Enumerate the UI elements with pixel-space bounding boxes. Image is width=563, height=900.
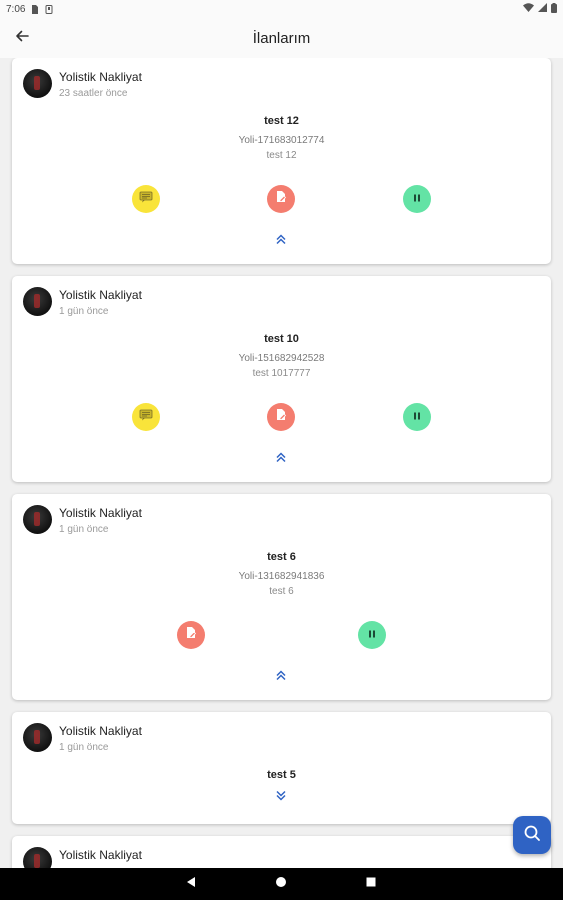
battery-icon (551, 2, 557, 16)
collapse-button[interactable] (274, 234, 288, 248)
pause-button[interactable] (403, 403, 431, 431)
chevron-double-up-icon (275, 232, 287, 250)
posted-time: 1 gün önce (59, 306, 109, 317)
edit-document-icon (185, 626, 197, 644)
navigation-bar (0, 868, 563, 900)
pause-icon (412, 408, 422, 426)
collapse-button[interactable] (274, 452, 288, 466)
listing-description: test 12 (266, 150, 297, 161)
message-button[interactable] (132, 403, 160, 431)
edit-document-icon (275, 408, 287, 426)
company-name: Yolistik Nakliyat (59, 848, 142, 862)
message-icon (139, 190, 153, 208)
chevron-double-down-icon (275, 789, 287, 807)
message-icon (139, 408, 153, 426)
listing-code: Yoli-171683012774 (238, 135, 325, 146)
pause-icon (412, 190, 422, 208)
listing-description: test 1017777 (252, 368, 311, 379)
status-bar: 7:06 (0, 0, 563, 18)
pause-button[interactable] (403, 185, 431, 213)
posted-time: 1 gün önce (59, 524, 109, 535)
edit-button[interactable] (267, 185, 295, 213)
avatar (23, 287, 52, 316)
back-button[interactable] (10, 26, 34, 50)
listing-title: test 12 (264, 115, 299, 127)
pause-button[interactable] (358, 621, 386, 649)
chevron-double-up-icon (275, 668, 287, 686)
posted-time: 23 saatler önce (59, 88, 128, 99)
search-icon (523, 824, 541, 847)
listing-title: test 10 (264, 333, 299, 345)
edit-document-icon (275, 190, 287, 208)
nav-back-button[interactable] (184, 877, 198, 891)
signal-icon (538, 3, 547, 15)
listing-title: test 6 (267, 551, 296, 563)
listing-card[interactable]: Yolistik Nakliyat 1 gün önce test 10 Yol… (12, 276, 551, 482)
storage-icon (45, 4, 53, 14)
listing-description: test 6 (269, 586, 294, 597)
app-bar: İlanlarım (0, 18, 563, 58)
arrow-left-icon (15, 29, 29, 48)
posted-time: 1 gün önce (59, 742, 109, 753)
wifi-icon (523, 3, 534, 15)
avatar (23, 69, 52, 98)
collapse-button[interactable] (274, 670, 288, 684)
page-title: İlanlarım (252, 29, 311, 47)
sim-card-icon (31, 4, 39, 14)
listing-code: Yoli-131682941836 (238, 571, 325, 582)
status-time: 7:06 (6, 3, 26, 15)
listing-card[interactable]: Yolistik Nakliyat 23 saatler önce test 1… (12, 58, 551, 264)
avatar (23, 505, 52, 534)
message-button[interactable] (132, 185, 160, 213)
company-name: Yolistik Nakliyat (59, 70, 142, 84)
edit-button[interactable] (267, 403, 295, 431)
edit-button[interactable] (177, 621, 205, 649)
listing-card[interactable]: Yolistik Nakliyat 1 gün önce test 5 (12, 712, 551, 824)
avatar (23, 723, 52, 752)
circle-home-icon (275, 875, 287, 893)
avatar (23, 847, 52, 868)
listings-list[interactable]: Yolistik Nakliyat 23 saatler önce test 1… (0, 58, 563, 868)
nav-recents-button[interactable] (364, 877, 378, 891)
listing-title: test 5 (267, 769, 296, 781)
triangle-back-icon (185, 875, 197, 893)
listing-code: Yoli-151682942528 (238, 353, 325, 364)
chevron-double-up-icon (275, 450, 287, 468)
search-fab[interactable] (513, 816, 551, 854)
expand-button[interactable] (274, 789, 288, 807)
company-name: Yolistik Nakliyat (59, 506, 142, 520)
pause-icon (367, 626, 377, 644)
company-name: Yolistik Nakliyat (59, 288, 142, 302)
company-name: Yolistik Nakliyat (59, 724, 142, 738)
listing-card[interactable]: Yolistik Nakliyat 1 gün önce test 6 Yoli… (12, 494, 551, 700)
square-recents-icon (365, 875, 377, 893)
nav-home-button[interactable] (274, 877, 288, 891)
listing-card[interactable]: Yolistik Nakliyat (12, 836, 551, 868)
